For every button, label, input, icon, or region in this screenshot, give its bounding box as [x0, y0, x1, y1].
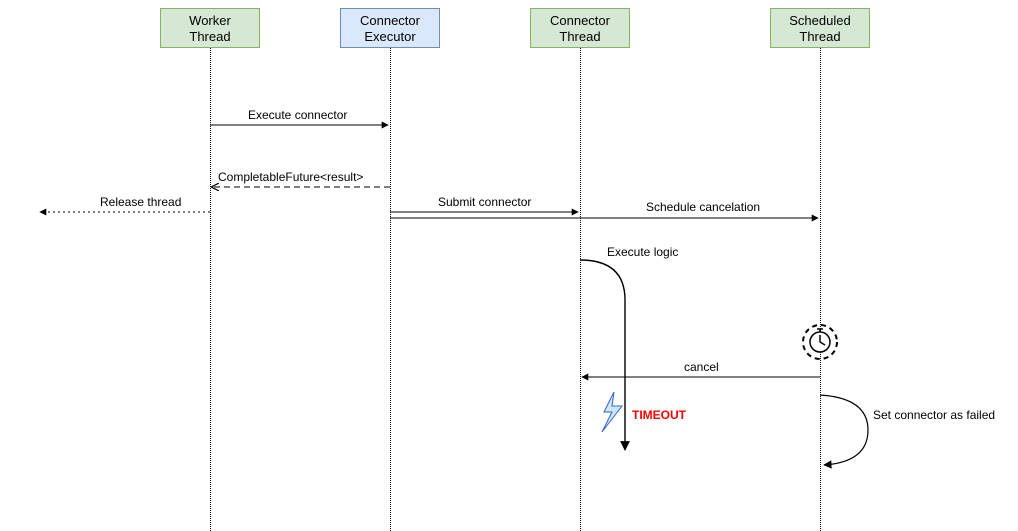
msg-execute-connector: Execute connector	[248, 108, 347, 122]
participant-label: Scheduled	[789, 13, 850, 28]
participant-label: Thread	[189, 29, 230, 44]
participant-label: Worker	[189, 13, 231, 28]
participant-scheduled-thread: Scheduled Thread	[770, 8, 870, 48]
diagram-overlay	[0, 0, 1018, 531]
msg-release-thread: Release thread	[100, 195, 181, 209]
msg-timeout: TIMEOUT	[632, 408, 686, 422]
participant-label: Connector	[360, 13, 420, 28]
participant-label: Connector	[550, 13, 610, 28]
lifeline-worker	[210, 48, 211, 531]
participant-label: Thread	[799, 29, 840, 44]
participant-worker-thread: Worker Thread	[160, 8, 260, 48]
lightning-icon	[602, 392, 622, 432]
msg-submit-connector: Submit connector	[438, 195, 531, 209]
msg-schedule-cancel: Schedule cancelation	[646, 200, 760, 214]
participant-label: Executor	[364, 29, 415, 44]
msg-set-failed: Set connector as failed	[873, 408, 995, 422]
participant-connector-thread: Connector Thread	[530, 8, 630, 48]
lifeline-scheduled-thread	[820, 48, 821, 531]
participant-connector-executor: Connector Executor	[340, 8, 440, 48]
self-execute-logic	[580, 260, 625, 450]
msg-completable-future: CompletableFuture<result>	[218, 170, 363, 184]
self-set-failed	[820, 395, 868, 465]
lifeline-executor	[390, 48, 391, 531]
msg-execute-logic: Execute logic	[607, 245, 678, 259]
lifeline-connector-thread	[580, 48, 581, 531]
participant-label: Thread	[559, 29, 600, 44]
msg-cancel: cancel	[684, 360, 719, 374]
